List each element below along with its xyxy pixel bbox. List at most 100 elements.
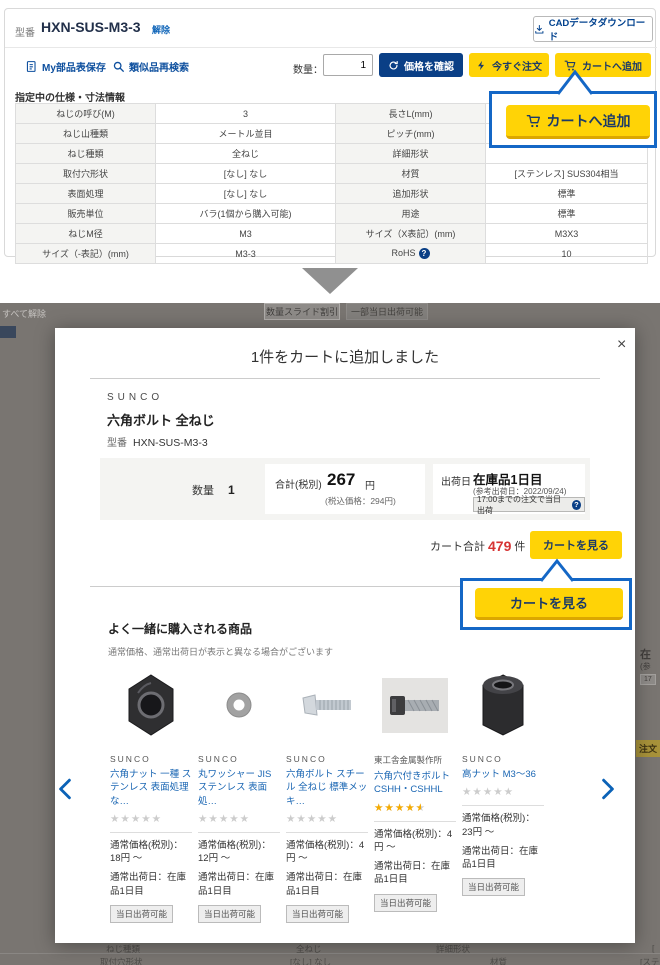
carousel-next-icon[interactable] bbox=[601, 778, 615, 800]
same-day-badge: 当日出荷可能 bbox=[462, 878, 525, 896]
view-cart-button[interactable]: カートを見る bbox=[530, 531, 622, 559]
spec-value: M3 bbox=[156, 224, 336, 244]
bg-table-cell: ねじ種類 bbox=[106, 943, 140, 955]
recommend-card: SUNCO六角ボルト スチール 全ねじ 標準メッキ…★★★★★★★★★★通常価格… bbox=[286, 664, 368, 923]
quantity-summary: 数量1 bbox=[192, 482, 235, 498]
spec-value: 10 bbox=[486, 244, 648, 264]
spec-label: 長さL(mm) bbox=[336, 104, 486, 124]
product-ship-date: 通常出荷日：在庫品1日目 bbox=[462, 845, 544, 872]
badge-same-day-ship: 一部当日出荷可能 bbox=[346, 303, 428, 320]
same-day-badge: 当日出荷可能 bbox=[110, 905, 173, 923]
recommend-card: SUNCO高ナット M3～36★★★★★★★★★★通常価格(税別)：23円 ～通… bbox=[462, 664, 544, 923]
modal-title: 1件をカートに追加しました bbox=[55, 346, 635, 367]
spec-label: ねじM径 bbox=[16, 224, 156, 244]
add-to-cart-callout: カートへ追加 bbox=[489, 91, 657, 148]
refresh-icon bbox=[388, 60, 399, 71]
bg-fragment-stock: 在 bbox=[640, 646, 651, 662]
spec-label: ねじ山種類 bbox=[16, 124, 156, 144]
carousel-prev-icon[interactable] bbox=[58, 778, 72, 800]
spec-value: M3X3 bbox=[486, 224, 648, 244]
question-icon[interactable]: ? bbox=[419, 248, 430, 259]
callout-pointer-up bbox=[538, 558, 576, 582]
total-unit: 円 bbox=[365, 477, 375, 492]
my-parts-save-link[interactable]: My部品表保存 bbox=[25, 59, 106, 74]
product-link[interactable]: 高ナット M3～36 bbox=[462, 768, 544, 781]
check-price-button[interactable]: 価格を確認 bbox=[379, 53, 463, 77]
product-link[interactable]: 六角ボルト スチール 全ねじ 標準メッキ… bbox=[286, 768, 368, 808]
model-number: HXN-SUS-M3-3 bbox=[41, 19, 141, 35]
product-ship-date: 通常出荷日：在庫品1日目 bbox=[198, 871, 280, 898]
cart-icon bbox=[526, 113, 542, 129]
product-link[interactable]: 六角ナット 一種 ステンレス 表面処理 な… bbox=[110, 768, 192, 808]
spec-label: 用途 bbox=[336, 204, 486, 224]
product-image-washer[interactable] bbox=[198, 664, 280, 746]
order-now-button[interactable]: 今すぐ注文 bbox=[469, 53, 549, 77]
quantity-label: 数量： bbox=[293, 61, 323, 76]
bg-table-cell: 詳細形状 bbox=[436, 943, 470, 955]
similar-search-link[interactable]: 類似品再検索 bbox=[112, 59, 189, 74]
question-icon[interactable]: ? bbox=[572, 500, 581, 510]
product-image-high-nut[interactable] bbox=[462, 664, 544, 746]
recommend-note: 通常価格、通常出荷日が表示と異なる場合がございます bbox=[108, 645, 333, 658]
model-label: 型番 bbox=[15, 24, 35, 39]
spec-value: 標準 bbox=[486, 184, 648, 204]
badge-quantity-discount: 数量スライド割引 bbox=[264, 303, 340, 320]
spec-row: 販売単位バラ(1個から購入可能)用途標準 bbox=[16, 204, 648, 224]
product-link[interactable]: 六角穴付きボルト CSHH・CSHHL bbox=[374, 770, 456, 797]
recommend-title: よく一緒に購入される商品 bbox=[108, 620, 252, 637]
bg-table-cell: 全ねじ bbox=[296, 943, 322, 955]
rating-stars: ★★★★★★★★★★ bbox=[374, 802, 426, 814]
spec-label: ねじの呼び(M) bbox=[16, 104, 156, 124]
rating-stars: ★★★★★★★★★★ bbox=[462, 786, 514, 798]
product-price: 通常価格(税別)：4円 ～ bbox=[374, 828, 456, 855]
spec-row: サイズ（-表記）(mm)M3-3RoHS?10 bbox=[16, 244, 648, 264]
product-price: 通常価格(税別)：18円 ～ bbox=[110, 839, 192, 866]
view-cart-callout: カートを見る bbox=[460, 578, 632, 630]
recommend-card: SUNCO 丸ワッシャー JIS ステンレス 表面処… ★★★★★★★★★★ 通常価格… bbox=[198, 664, 280, 923]
product-image-hex-bolt[interactable] bbox=[286, 664, 368, 746]
spec-label: 材質 bbox=[336, 164, 486, 184]
background-tab-fragment bbox=[0, 326, 16, 338]
recommend-card: SUNCO 六角ナット 一種 ステンレス 表面処理 な… ★★★★★★★★★★ 通常価… bbox=[110, 664, 192, 923]
rating-stars: ★★★★★★★★★★ bbox=[198, 813, 250, 825]
spec-row: 表面処理[なし] なし追加形状標準 bbox=[16, 184, 648, 204]
clear-all-link-dimmed: すべて解除 bbox=[2, 307, 46, 320]
spec-row: 取付穴形状[なし] なし材質[ステンレス] SUS304相当 bbox=[16, 164, 648, 184]
product-maker: SUNCO bbox=[110, 754, 192, 764]
bg-fragment-ref: (参 bbox=[640, 661, 651, 672]
product-model: 型番HXN-SUS-M3-3 bbox=[107, 434, 208, 449]
spec-label: サイズ（-表記）(mm) bbox=[16, 244, 156, 264]
download-icon bbox=[534, 24, 545, 35]
spec-value: 3 bbox=[156, 104, 336, 124]
spec-label: ねじ種類 bbox=[16, 144, 156, 164]
spec-label: 追加形状 bbox=[336, 184, 486, 204]
cad-download-button[interactable]: CADデータダウンロード bbox=[533, 16, 653, 42]
total-label: 合計(税別) bbox=[275, 476, 322, 491]
spec-value: バラ(1個から購入可能) bbox=[156, 204, 336, 224]
spec-label: RoHS? bbox=[336, 244, 486, 264]
quantity-input[interactable] bbox=[323, 54, 373, 76]
bg-fragment-time: 17 bbox=[640, 674, 656, 685]
cart-total: カート合計 479 件 bbox=[430, 538, 525, 554]
product-name: 六角ボルト 全ねじ bbox=[107, 410, 215, 429]
spec-value: [なし] なし bbox=[156, 184, 336, 204]
product-maker: SUNCO bbox=[198, 754, 280, 764]
product-image-socket-bolt[interactable] bbox=[374, 664, 456, 746]
callout-view-cart-button[interactable]: カートを見る bbox=[475, 588, 623, 620]
product-image-hex-nut-black[interactable] bbox=[110, 664, 192, 746]
rating-stars: ★★★★★★★★★★ bbox=[110, 813, 162, 825]
product-price: 通常価格(税別)：4円 ～ bbox=[286, 839, 368, 866]
step-arrow-down bbox=[302, 268, 358, 294]
product-link[interactable]: 丸ワッシャー JIS ステンレス 表面処… bbox=[198, 768, 280, 808]
spec-label: 取付穴形状 bbox=[16, 164, 156, 184]
callout-add-to-cart-button[interactable]: カートへ追加 bbox=[506, 105, 650, 139]
product-maker: 東工舎金属製作所 bbox=[374, 754, 456, 766]
product-price: 通常価格(税別)：12円 ～ bbox=[198, 839, 280, 866]
spec-value: [なし] なし bbox=[156, 164, 336, 184]
release-link[interactable]: 解除 bbox=[152, 23, 170, 36]
quick-order-icon bbox=[476, 60, 487, 71]
card-divider bbox=[462, 805, 544, 806]
ship-label: 出荷日 bbox=[441, 473, 471, 488]
same-day-ship-badge: 17:00までの注文で当日出荷 ? bbox=[473, 497, 585, 512]
recommend-carousel: SUNCO 六角ナット 一種 ステンレス 表面処理 な… ★★★★★★★★★★ 通常価… bbox=[110, 664, 580, 923]
